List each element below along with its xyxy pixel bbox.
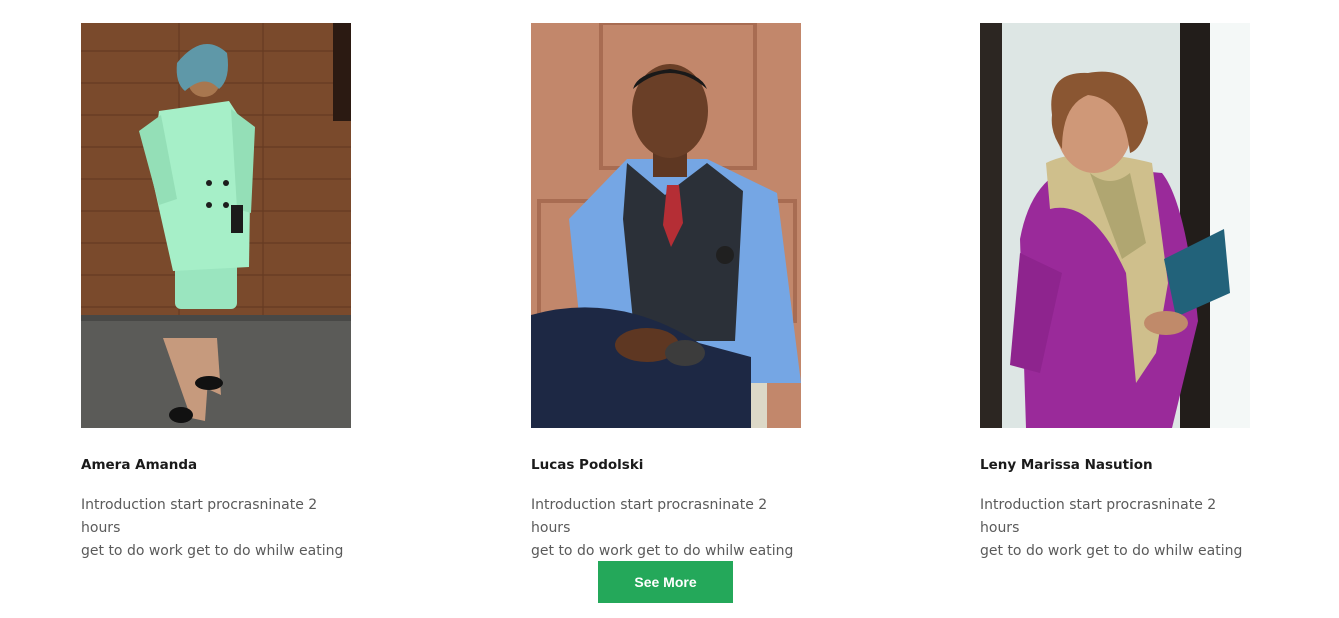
team-member-description: Introduction start procrasninate 2 hours… <box>531 494 801 563</box>
description-line: get to do work get to do whilw eating <box>531 543 794 559</box>
team-member-name: Lucas Podolski <box>531 457 644 473</box>
description-line: get to do work get to do whilw eating <box>980 543 1243 559</box>
team-member-name: Amera Amanda <box>81 457 198 473</box>
team-member-photo <box>81 23 351 428</box>
team-member-photo <box>531 23 801 428</box>
description-line: Introduction start procrasninate 2 hours <box>531 497 768 536</box>
see-more-button[interactable]: See More <box>598 561 733 603</box>
team-member-card: Amera Amanda Introduction start procrasn… <box>81 23 351 563</box>
team-member-card: Leny Marissa Nasution Introduction start… <box>980 23 1250 563</box>
team-member-description: Introduction start procrasninate 2 hours… <box>81 494 351 563</box>
description-line: get to do work get to do whilw eating <box>81 543 344 559</box>
team-member-card: Lucas Podolski Introduction start procra… <box>531 23 801 563</box>
team-member-name: Leny Marissa Nasution <box>980 457 1153 473</box>
team-member-description: Introduction start procrasninate 2 hours… <box>980 494 1250 563</box>
description-line: Introduction start procrasninate 2 hours <box>980 497 1217 536</box>
description-line: Introduction start procrasninate 2 hours <box>81 497 318 536</box>
team-member-photo <box>980 23 1250 428</box>
